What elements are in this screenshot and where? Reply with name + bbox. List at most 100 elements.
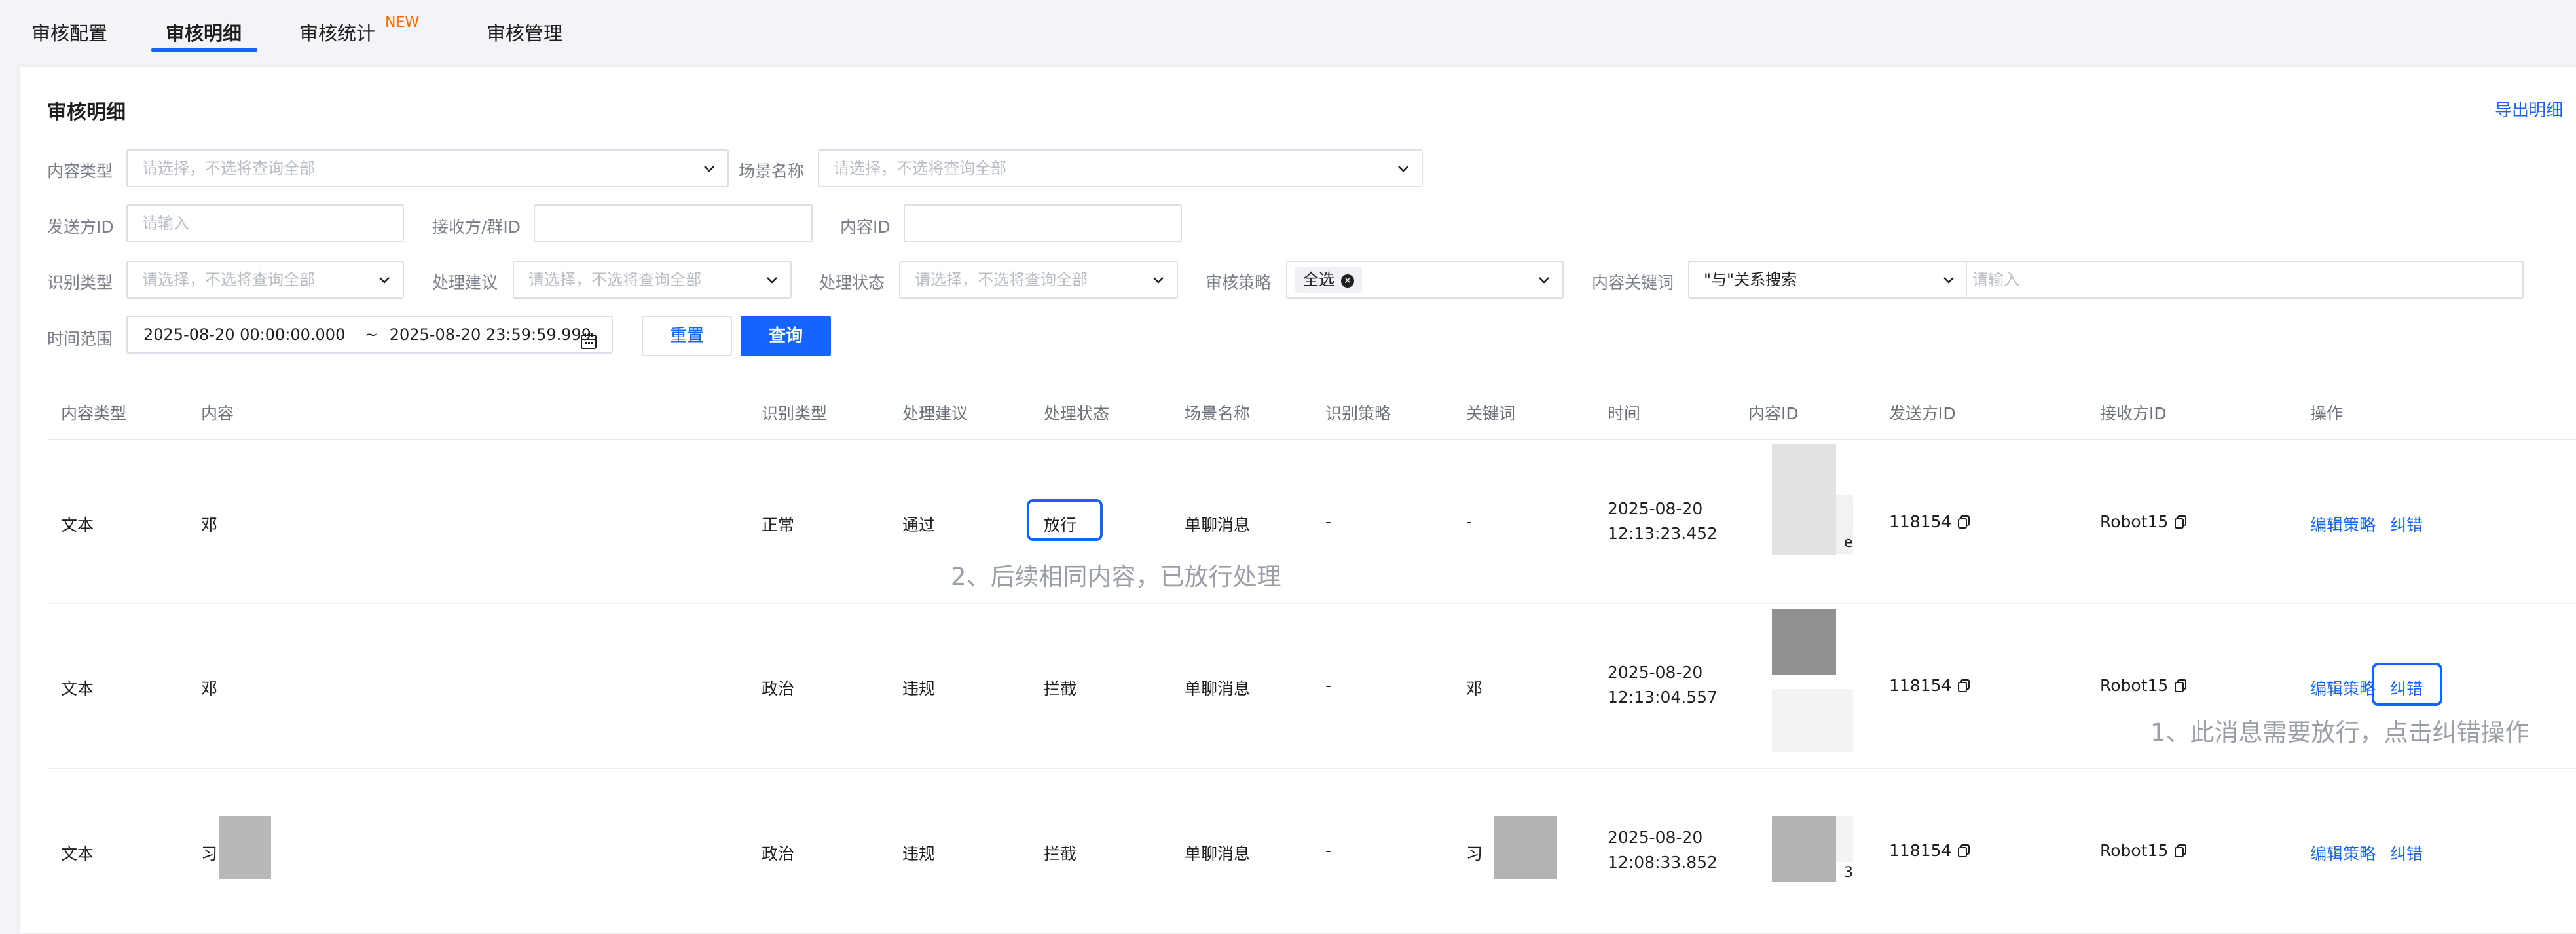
sender-id-label: 发送方ID <box>47 217 114 236</box>
cell-scene: 单聊消息 <box>1185 679 1251 698</box>
cell-keyword: 邓 <box>1466 679 1483 698</box>
header-suggestion: 处理建议 <box>902 404 968 423</box>
header-content: 内容 <box>201 404 234 423</box>
correct-highlight-box <box>2372 663 2442 706</box>
cell-policy: - <box>1325 676 1332 695</box>
cell-recognition-type: 政治 <box>762 679 795 698</box>
cell-sender-id: 118154 <box>1889 512 1971 531</box>
cell-policy: - <box>1325 512 1332 531</box>
copy-icon[interactable] <box>1957 515 1971 529</box>
header-keyword: 关键词 <box>1466 404 1516 423</box>
policy-tag: 全选 ✕ <box>1295 267 1362 293</box>
cell-content-type: 文本 <box>61 515 94 534</box>
suggestion-label: 处理建议 <box>432 273 498 292</box>
keyword-input[interactable]: 请输入 <box>1966 261 2524 299</box>
tab-audit-stats[interactable]: 审核统计 <box>299 18 375 46</box>
receiver-id-label: 接收方/群ID <box>432 217 521 236</box>
clear-tag-icon[interactable]: ✕ <box>1341 274 1354 288</box>
content-id-label: 内容ID <box>840 217 891 236</box>
scene-name-label: 场景名称 <box>739 162 805 181</box>
cell-receiver-id: Robot15 <box>2100 512 2188 531</box>
correct-error-link[interactable]: 纠错 <box>2390 841 2423 865</box>
new-badge: NEW <box>385 14 420 31</box>
redacted-block <box>1772 816 1836 882</box>
policy-select[interactable]: 全选 ✕ <box>1286 261 1564 299</box>
cell-receiver-id: Robot15 <box>2100 841 2188 860</box>
redacted-block <box>219 816 271 879</box>
tab-audit-config[interactable]: 审核配置 <box>31 18 107 46</box>
copy-icon[interactable] <box>1957 844 1971 858</box>
cell-time: 12:13:23.452 <box>1608 524 1718 543</box>
header-sender-id: 发送方ID <box>1889 404 1956 423</box>
sender-id-input[interactable]: 请输入 <box>126 204 404 242</box>
header-receiver-id: 接收方ID <box>2100 404 2167 423</box>
header-actions: 操作 <box>2310 404 2344 423</box>
status-highlight-box <box>1027 499 1103 541</box>
header-scene: 场景名称 <box>1185 404 1251 423</box>
table-row: 文本 习 政治 违规 拦截 单聊消息 - 习 2025-08-20 12:08:… <box>47 769 2576 934</box>
calendar-icon[interactable] <box>580 327 597 349</box>
cell-scene: 单聊消息 <box>1185 844 1251 863</box>
chevron-down-icon <box>1395 160 1411 176</box>
cell-status: 拦截 <box>1044 844 1077 863</box>
header-content-type: 内容类型 <box>61 404 127 423</box>
cell-suggestion: 违规 <box>902 844 936 863</box>
redacted-block <box>1772 444 1836 555</box>
receiver-id-input[interactable] <box>534 204 813 242</box>
edit-policy-link[interactable]: 编辑策略 <box>2310 841 2376 865</box>
cell-time: 12:13:04.557 <box>1608 688 1718 707</box>
redacted-block <box>1494 816 1557 879</box>
cell-policy: - <box>1325 841 1332 860</box>
top-tabs: 审核配置 审核明细 审核统计 NEW 审核管理 <box>0 0 2576 65</box>
cell-recognition-type: 政治 <box>762 844 795 863</box>
cell-content: 邓 <box>201 515 218 534</box>
cell-keyword: 习 <box>1466 844 1483 863</box>
active-tab-indicator <box>151 48 257 52</box>
cell-scene: 单聊消息 <box>1185 515 1251 534</box>
cell-content-id-tail: e <box>1844 534 1853 551</box>
policy-label: 审核策略 <box>1205 273 1272 292</box>
cell-content: 习 <box>201 844 218 863</box>
query-button[interactable]: 查询 <box>741 316 831 356</box>
cell-sender-id: 118154 <box>1889 841 1971 860</box>
recognition-type-label: 识别类型 <box>47 273 113 292</box>
chevron-down-icon <box>764 272 780 288</box>
cell-receiver-id: Robot15 <box>2100 676 2188 695</box>
header-policy: 识别策略 <box>1325 404 1391 423</box>
chevron-down-icon <box>1941 272 1957 288</box>
redacted-block <box>1772 609 1836 675</box>
cell-keyword: - <box>1466 512 1473 531</box>
cell-recognition-type: 正常 <box>762 515 795 534</box>
content-id-input[interactable] <box>904 204 1182 242</box>
cell-sender-id: 118154 <box>1889 676 1971 695</box>
correct-error-link[interactable]: 纠错 <box>2390 512 2423 536</box>
reset-button[interactable]: 重置 <box>642 316 732 356</box>
cell-time: 12:08:33.852 <box>1608 853 1718 872</box>
status-select[interactable]: 请选择，不选将查询全部 <box>899 261 1178 299</box>
scene-name-select[interactable]: 请选择，不选将查询全部 <box>818 149 1423 187</box>
time-range-picker[interactable]: 2025-08-20 00:00:00.000 ~ 2025-08-20 23:… <box>126 316 613 354</box>
keyword-mode-select[interactable]: "与"关系搜索 <box>1688 261 1968 299</box>
edit-policy-link[interactable]: 编辑策略 <box>2310 676 2376 700</box>
cell-content-type: 文本 <box>61 844 94 863</box>
edit-policy-link[interactable]: 编辑策略 <box>2310 512 2376 536</box>
export-detail-link[interactable]: 导出明细 <box>2495 97 2563 121</box>
recognition-type-select[interactable]: 请选择，不选将查询全部 <box>126 261 404 299</box>
annotation-second: 2、后续相同内容，已放行处理 <box>951 563 1281 591</box>
content-type-label: 内容类型 <box>47 162 113 181</box>
tab-audit-detail[interactable]: 审核明细 <box>166 18 242 46</box>
cell-suggestion: 违规 <box>902 679 936 698</box>
copy-icon[interactable] <box>1957 679 1971 693</box>
content-type-select[interactable]: 请选择，不选将查询全部 <box>126 149 729 187</box>
table-header: 内容类型 内容 识别类型 处理建议 处理状态 场景名称 识别策略 关键词 时间 … <box>47 384 2576 440</box>
suggestion-select[interactable]: 请选择，不选将查询全部 <box>513 261 792 299</box>
time-range-label: 时间范围 <box>47 329 113 348</box>
copy-icon[interactable] <box>2173 844 2188 858</box>
chevron-down-icon <box>1150 272 1166 288</box>
header-time: 时间 <box>1608 404 1641 423</box>
cell-status: 拦截 <box>1044 679 1077 698</box>
copy-icon[interactable] <box>2173 515 2188 529</box>
copy-icon[interactable] <box>2173 679 2188 693</box>
tab-audit-management[interactable]: 审核管理 <box>487 18 562 46</box>
chevron-down-icon <box>701 160 717 176</box>
